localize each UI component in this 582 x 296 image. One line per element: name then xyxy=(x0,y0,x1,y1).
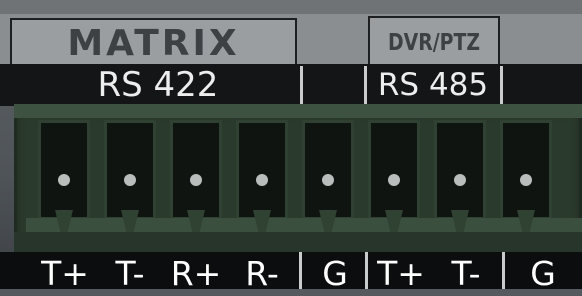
matrix-title: MATRIX xyxy=(67,23,240,64)
separator xyxy=(500,66,503,106)
pin-label: T- xyxy=(451,254,481,293)
separator xyxy=(364,66,367,106)
separator xyxy=(502,252,505,289)
connector-rim xyxy=(14,104,582,118)
pin-label: G xyxy=(322,254,348,293)
pin-label: R+ xyxy=(170,254,222,293)
screw-pin-icon xyxy=(520,174,532,186)
screw-pin-icon xyxy=(388,174,400,186)
screw-pin-icon xyxy=(124,174,136,186)
terminal-slot[interactable] xyxy=(368,120,420,220)
pin-label: T+ xyxy=(41,254,89,293)
connector-base xyxy=(14,232,582,252)
pin-label: G xyxy=(530,254,556,293)
separator xyxy=(299,252,302,289)
pin-label: T+ xyxy=(377,254,425,293)
rs485-label: RS 485 xyxy=(377,67,489,103)
screw-pin-icon xyxy=(454,174,466,186)
rs422-label: RS 422 xyxy=(97,65,219,105)
screw-pin-icon xyxy=(58,174,70,186)
pin-label: T- xyxy=(115,254,145,293)
terminal-slot[interactable] xyxy=(170,120,222,220)
terminal-slot[interactable] xyxy=(302,120,354,220)
dvr-ptz-title: DVR/PTZ xyxy=(387,30,481,56)
dvr-ptz-label-box: DVR/PTZ xyxy=(368,16,500,70)
terminal-slot[interactable] xyxy=(434,120,486,220)
connector-teeth-bar xyxy=(26,218,582,232)
terminal-slot[interactable] xyxy=(500,120,552,220)
screw-pin-icon xyxy=(322,174,334,186)
separator xyxy=(300,66,303,106)
separator xyxy=(365,252,368,289)
matrix-label-box: MATRIX xyxy=(10,18,297,70)
terminal-slot[interactable] xyxy=(236,120,288,220)
top-plate-edge xyxy=(0,0,582,14)
screw-pin-icon xyxy=(256,174,268,186)
terminal-slot[interactable] xyxy=(104,120,156,220)
pin-label: R- xyxy=(245,254,279,293)
screw-pin-icon xyxy=(190,174,202,186)
terminal-slot[interactable] xyxy=(38,120,90,220)
